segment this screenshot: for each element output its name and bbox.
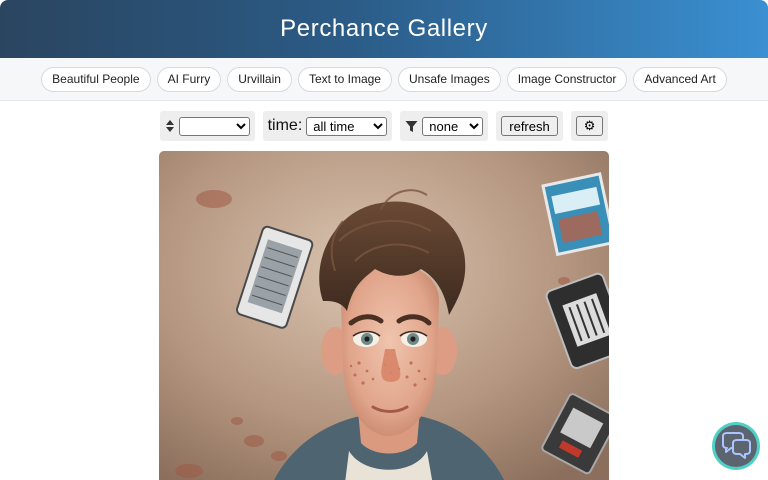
gear-icon: ⚙	[583, 118, 596, 133]
nav-item-advanced-art[interactable]: Advanced Art	[633, 66, 727, 92]
settings-button[interactable]: ⚙	[575, 116, 604, 136]
nav-item-text-to-image[interactable]: Text to Image	[297, 66, 392, 92]
sort-control	[159, 111, 255, 141]
nav-item-beautiful-people[interactable]: Beautiful People	[41, 66, 151, 92]
nav-item-unsafe-images[interactable]: Unsafe Images	[397, 66, 501, 92]
page-header: Perchance Gallery	[0, 0, 768, 58]
refresh-button[interactable]: refresh	[501, 116, 558, 136]
filter-icon	[405, 120, 418, 133]
time-label: time:	[267, 117, 303, 134]
time-control: time: all time	[262, 111, 393, 141]
nav-item-urvillain[interactable]: Urvillain	[227, 66, 292, 92]
generator-nav: Beautiful People AI Furry Urvillain Text…	[0, 58, 768, 101]
nav-item-ai-furry[interactable]: AI Furry	[156, 66, 222, 92]
page-title: Perchance Gallery	[280, 15, 488, 42]
gallery-image[interactable]	[159, 151, 609, 480]
filter-control: none	[400, 111, 489, 141]
chat-button[interactable]	[712, 422, 760, 470]
time-select[interactable]: all time	[306, 116, 388, 136]
filter-select[interactable]: none	[422, 116, 484, 136]
settings-control: ⚙	[570, 111, 609, 141]
gallery-image-art	[159, 151, 609, 480]
refresh-control: refresh	[496, 111, 563, 141]
chat-bubbles-icon	[715, 425, 757, 467]
app-window: Perchance Gallery Beautiful People AI Fu…	[0, 0, 768, 480]
gallery-controls: time: all time none refresh ⚙	[0, 101, 768, 151]
sort-select[interactable]	[178, 116, 250, 136]
sort-icon	[165, 119, 175, 133]
nav-item-image-constructor[interactable]: Image Constructor	[506, 66, 628, 92]
